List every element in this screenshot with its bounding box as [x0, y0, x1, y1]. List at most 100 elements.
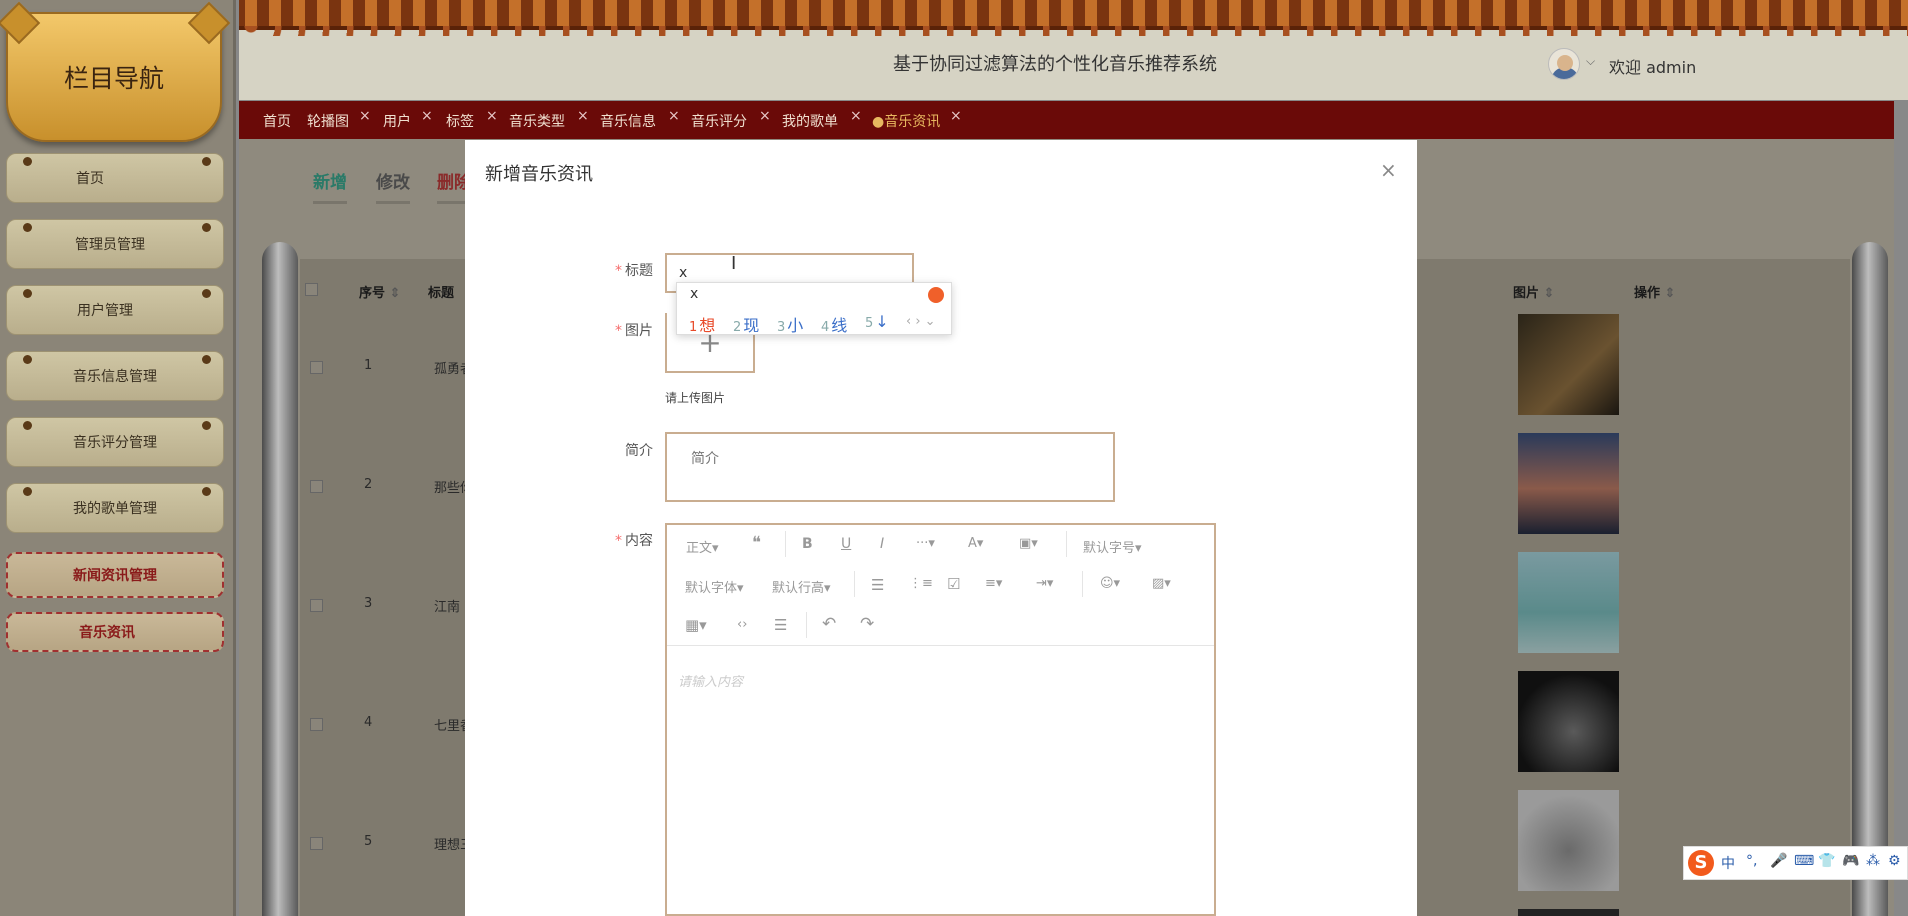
column-header-image[interactable]: 图片 ⇕ — [1513, 282, 1554, 301]
emoji-icon[interactable]: ☺▾ — [1100, 576, 1120, 591]
text-cursor-icon: Ι — [731, 253, 737, 274]
close-icon[interactable]: × — [759, 108, 771, 124]
tab-music-news[interactable]: ●音乐资讯 — [872, 111, 940, 131]
add-button[interactable]: 新增 — [313, 168, 347, 204]
table-cell-index: 3 — [364, 596, 373, 611]
background-color-icon[interactable]: ▣▾ — [1019, 536, 1038, 551]
close-icon[interactable]: × — [1380, 158, 1397, 182]
underline-icon[interactable]: U — [841, 536, 851, 552]
table-cell-index: 2 — [364, 477, 373, 492]
sidebar-item-news[interactable]: 新闻资讯管理 — [6, 552, 224, 598]
settings-icon[interactable]: ⚙ — [1888, 853, 1901, 869]
close-icon[interactable]: × — [668, 108, 680, 124]
image-insert-icon[interactable]: ▨▾ — [1152, 576, 1171, 591]
sidebar-item-my-playlist[interactable]: 我的歌单管理 — [6, 483, 224, 533]
tab-music-info[interactable]: 音乐信息 — [600, 111, 656, 131]
ime-candidate[interactable]: 4线 — [821, 312, 847, 336]
album-thumbnail — [1518, 909, 1619, 916]
select-all-checkbox[interactable] — [305, 283, 318, 296]
chevron-down-icon[interactable]: ⌵ — [1586, 54, 1595, 69]
sidebar-item-home[interactable]: 首页 — [6, 153, 224, 203]
bullet-list-icon[interactable]: ☰ — [871, 576, 884, 594]
ime-candidate[interactable]: 5 ↓ — [865, 312, 889, 331]
quote-icon[interactable]: ❝ — [752, 533, 761, 553]
close-icon[interactable]: × — [577, 108, 589, 124]
close-icon[interactable]: × — [486, 108, 498, 124]
sidebar-item-music-rating[interactable]: 音乐评分管理 — [6, 417, 224, 467]
close-icon[interactable]: × — [359, 108, 371, 124]
close-icon[interactable]: × — [850, 108, 862, 124]
upload-hint: 请上传图片 — [665, 391, 726, 405]
sidebar-item-users[interactable]: 用户管理 — [6, 285, 224, 335]
align-icon[interactable]: ≡▾ — [985, 576, 1002, 591]
ime-mode-toggle[interactable]: 中 — [1721, 853, 1735, 873]
sidebar-item-music-info[interactable]: 音乐信息管理 — [6, 351, 224, 401]
keyboard-icon[interactable]: ⌨ — [1794, 853, 1814, 869]
ime-page-nav[interactable]: ‹ › ⌄ — [906, 314, 936, 329]
tab-music-rating[interactable]: 音乐评分 — [691, 111, 747, 131]
table-cell-index: 4 — [364, 715, 373, 730]
todo-icon[interactable]: ☑ — [947, 575, 960, 593]
edit-button[interactable]: 修改 — [376, 168, 410, 204]
tab-carousel[interactable]: 轮播图 — [307, 111, 349, 131]
font-color-icon[interactable]: A▾ — [968, 536, 983, 551]
tab-home[interactable]: 首页 — [263, 111, 291, 131]
line-height-select[interactable]: 默认行高▾ — [772, 577, 831, 596]
row-checkbox[interactable] — [310, 361, 323, 374]
paragraph-select[interactable]: 正文▾ — [686, 537, 719, 556]
code-icon[interactable]: ‹› — [737, 617, 747, 632]
roof-decoration — [239, 0, 1908, 36]
redo-icon[interactable]: ↷ — [860, 614, 874, 634]
album-thumbnail — [1518, 790, 1619, 891]
column-header-index[interactable]: 序号 ⇕ — [359, 282, 400, 301]
more-style-icon[interactable]: ···▾ — [916, 536, 935, 551]
sort-icon[interactable]: ⇕ — [390, 286, 401, 301]
summary-input[interactable] — [665, 432, 1115, 502]
album-thumbnail — [1518, 671, 1619, 772]
ime-candidate[interactable]: 2现 — [733, 312, 759, 336]
image-label: * 图片 — [615, 323, 653, 339]
album-thumbnail — [1518, 314, 1619, 415]
font-size-select[interactable]: 默认字号▾ — [1083, 537, 1142, 556]
row-checkbox[interactable] — [310, 718, 323, 731]
title-label: * 标题 — [615, 263, 653, 279]
game-icon[interactable]: 🎮 — [1842, 853, 1859, 869]
close-icon[interactable]: × — [950, 108, 962, 124]
column-header-title[interactable]: 标题 — [428, 282, 454, 301]
sort-icon[interactable]: ⇕ — [1544, 286, 1555, 301]
sidebar-item-music-news[interactable]: 音乐资讯 — [6, 612, 224, 652]
skin-icon[interactable]: 👕 — [1818, 853, 1835, 869]
sogou-logo-icon[interactable]: S — [1688, 850, 1714, 876]
bold-icon[interactable]: B — [802, 536, 813, 552]
tab-users[interactable]: 用户 — [383, 111, 411, 131]
album-thumbnail — [1518, 433, 1619, 534]
sort-icon[interactable]: ⇕ — [1665, 286, 1676, 301]
ime-candidate[interactable]: 3小 — [777, 312, 803, 336]
numbered-list-icon[interactable]: ⋮≡ — [909, 576, 933, 591]
pillar-right — [1852, 242, 1888, 916]
toolbox-icon[interactable]: ⁂ — [1866, 853, 1880, 869]
close-icon[interactable]: × — [421, 108, 433, 124]
table-icon[interactable]: ▦▾ — [685, 616, 707, 634]
sidebar-item-admin[interactable]: 管理员管理 — [6, 219, 224, 269]
tab-tags[interactable]: 标签 — [446, 111, 474, 131]
indent-icon[interactable]: ⇥▾ — [1036, 576, 1053, 591]
table-cell-index: 1 — [364, 358, 373, 373]
tab-music-type[interactable]: 音乐类型 — [509, 111, 565, 131]
italic-icon[interactable]: I — [880, 536, 884, 552]
editor-placeholder: 请输入内容 — [678, 675, 744, 690]
row-checkbox[interactable] — [310, 599, 323, 612]
row-checkbox[interactable] — [310, 480, 323, 493]
tab-my-playlist[interactable]: 我的歌单 — [782, 111, 838, 131]
ime-candidate[interactable]: 1想 — [689, 312, 715, 336]
system-title: 基于协同过滤算法的个性化音乐推荐系统 — [893, 54, 1217, 75]
microphone-icon[interactable]: 🎤 — [1770, 853, 1787, 869]
row-checkbox[interactable] — [310, 837, 323, 850]
divider-icon[interactable]: ☰ — [774, 616, 787, 634]
album-thumbnail — [1518, 552, 1619, 653]
font-family-select[interactable]: 默认字体▾ — [685, 577, 744, 596]
punctuation-toggle[interactable]: °, — [1746, 853, 1757, 869]
undo-icon[interactable]: ↶ — [822, 614, 836, 634]
avatar[interactable] — [1548, 48, 1580, 80]
ime-logo-icon — [928, 287, 944, 303]
